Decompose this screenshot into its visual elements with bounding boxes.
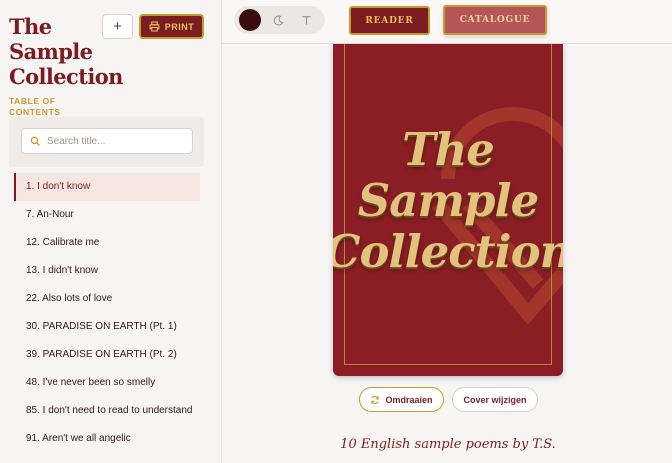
refresh-icon	[371, 395, 380, 404]
rotate-cover-button[interactable]: Omdraaien	[359, 387, 444, 412]
toc-item[interactable]: 7. An-Nour	[14, 201, 200, 229]
text-icon[interactable]	[295, 9, 317, 31]
search-input[interactable]	[47, 135, 177, 147]
catalogue-button[interactable]: CATALOGUE	[443, 5, 547, 35]
book-cover: The Sample Collection	[333, 44, 563, 376]
search-icon	[30, 136, 40, 146]
add-button[interactable]: +	[102, 14, 133, 39]
toc-list: 1. I don't know 7. An-Nour 12. Calibrate…	[14, 173, 200, 453]
sidebar: The Sample Collection TABLE OF CONTENTS …	[0, 0, 222, 463]
print-button[interactable]: PRINT	[139, 14, 204, 39]
change-cover-button[interactable]: Cover wijzigen	[452, 387, 538, 412]
toc-item[interactable]: 30. PARADISE ON EARTH (Pt. 1)	[14, 313, 200, 341]
search-box[interactable]	[21, 128, 193, 154]
rotate-label: Omdraaien	[385, 394, 433, 405]
reader-button[interactable]: READER	[349, 6, 430, 35]
toc-item[interactable]: 13. I didn't know	[14, 257, 200, 285]
toc-item[interactable]: 48. I've never been so smelly	[14, 369, 200, 397]
search-panel	[9, 117, 204, 167]
toc-item[interactable]: 91. Aren't we all angelic	[14, 425, 200, 453]
book-subtitle: 10 English sample poems by T.S.	[340, 437, 556, 452]
dark-theme-toggle[interactable]	[239, 9, 261, 31]
toc-item[interactable]: 39. PARADISE ON EARTH (Pt. 2)	[14, 341, 200, 369]
theme-switcher	[234, 6, 325, 34]
cover-title: The Sample Collection	[333, 123, 563, 278]
toc-item[interactable]: 12. Calibrate me	[14, 229, 200, 257]
plus-icon: +	[113, 18, 122, 35]
printer-icon	[149, 21, 160, 32]
toc-item[interactable]: 22. Also lots of love	[14, 285, 200, 313]
cover-actions: Omdraaien Cover wijzigen	[359, 387, 538, 412]
moon-icon[interactable]	[267, 9, 289, 31]
toc-label: TABLE OF CONTENTS	[9, 96, 61, 117]
print-label: PRINT	[164, 21, 195, 32]
toc-item[interactable]: 85. I don't need to read to understand	[14, 397, 200, 425]
top-bar: READER CATALOGUE	[222, 0, 672, 44]
toc-item[interactable]: 1. I don't know	[14, 173, 200, 201]
